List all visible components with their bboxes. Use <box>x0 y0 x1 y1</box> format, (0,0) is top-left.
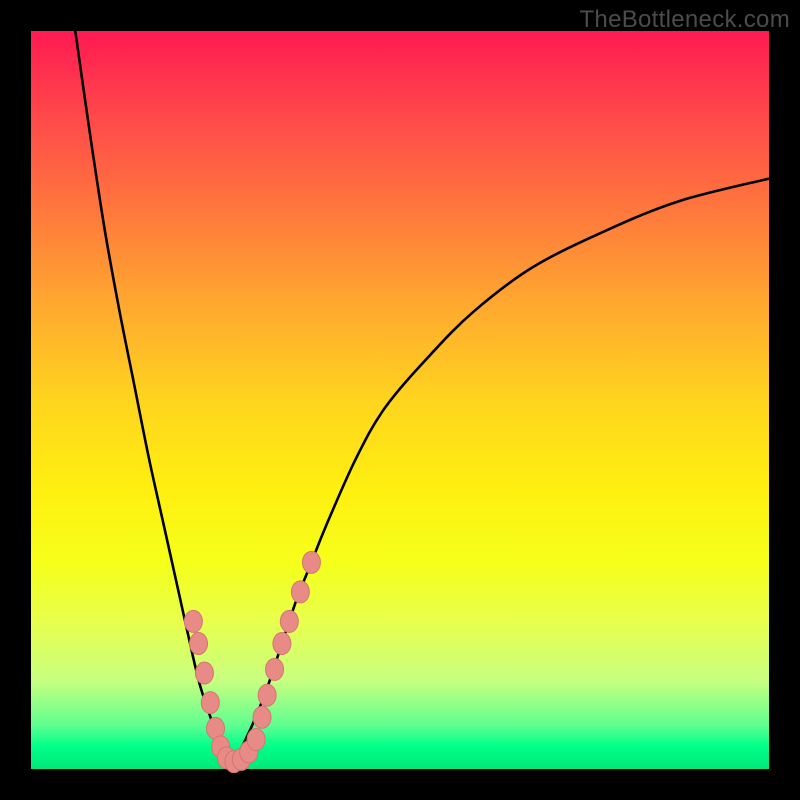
marker-dot <box>302 551 320 573</box>
chart-svg <box>31 31 769 769</box>
chart-frame: TheBottleneck.com <box>0 0 800 800</box>
marker-dot <box>195 662 213 684</box>
curve-right-branch <box>230 179 769 762</box>
marker-dot <box>201 692 219 714</box>
marker-group <box>184 551 320 772</box>
marker-dot <box>253 706 271 728</box>
marker-dot <box>258 684 276 706</box>
marker-dot <box>280 610 298 632</box>
marker-dot <box>184 610 202 632</box>
marker-dot <box>266 658 284 680</box>
marker-dot <box>190 633 208 655</box>
marker-dot <box>273 633 291 655</box>
marker-dot <box>291 581 309 603</box>
curve-left-branch <box>75 31 230 762</box>
marker-dot <box>247 728 265 750</box>
watermark-text: TheBottleneck.com <box>579 6 790 34</box>
